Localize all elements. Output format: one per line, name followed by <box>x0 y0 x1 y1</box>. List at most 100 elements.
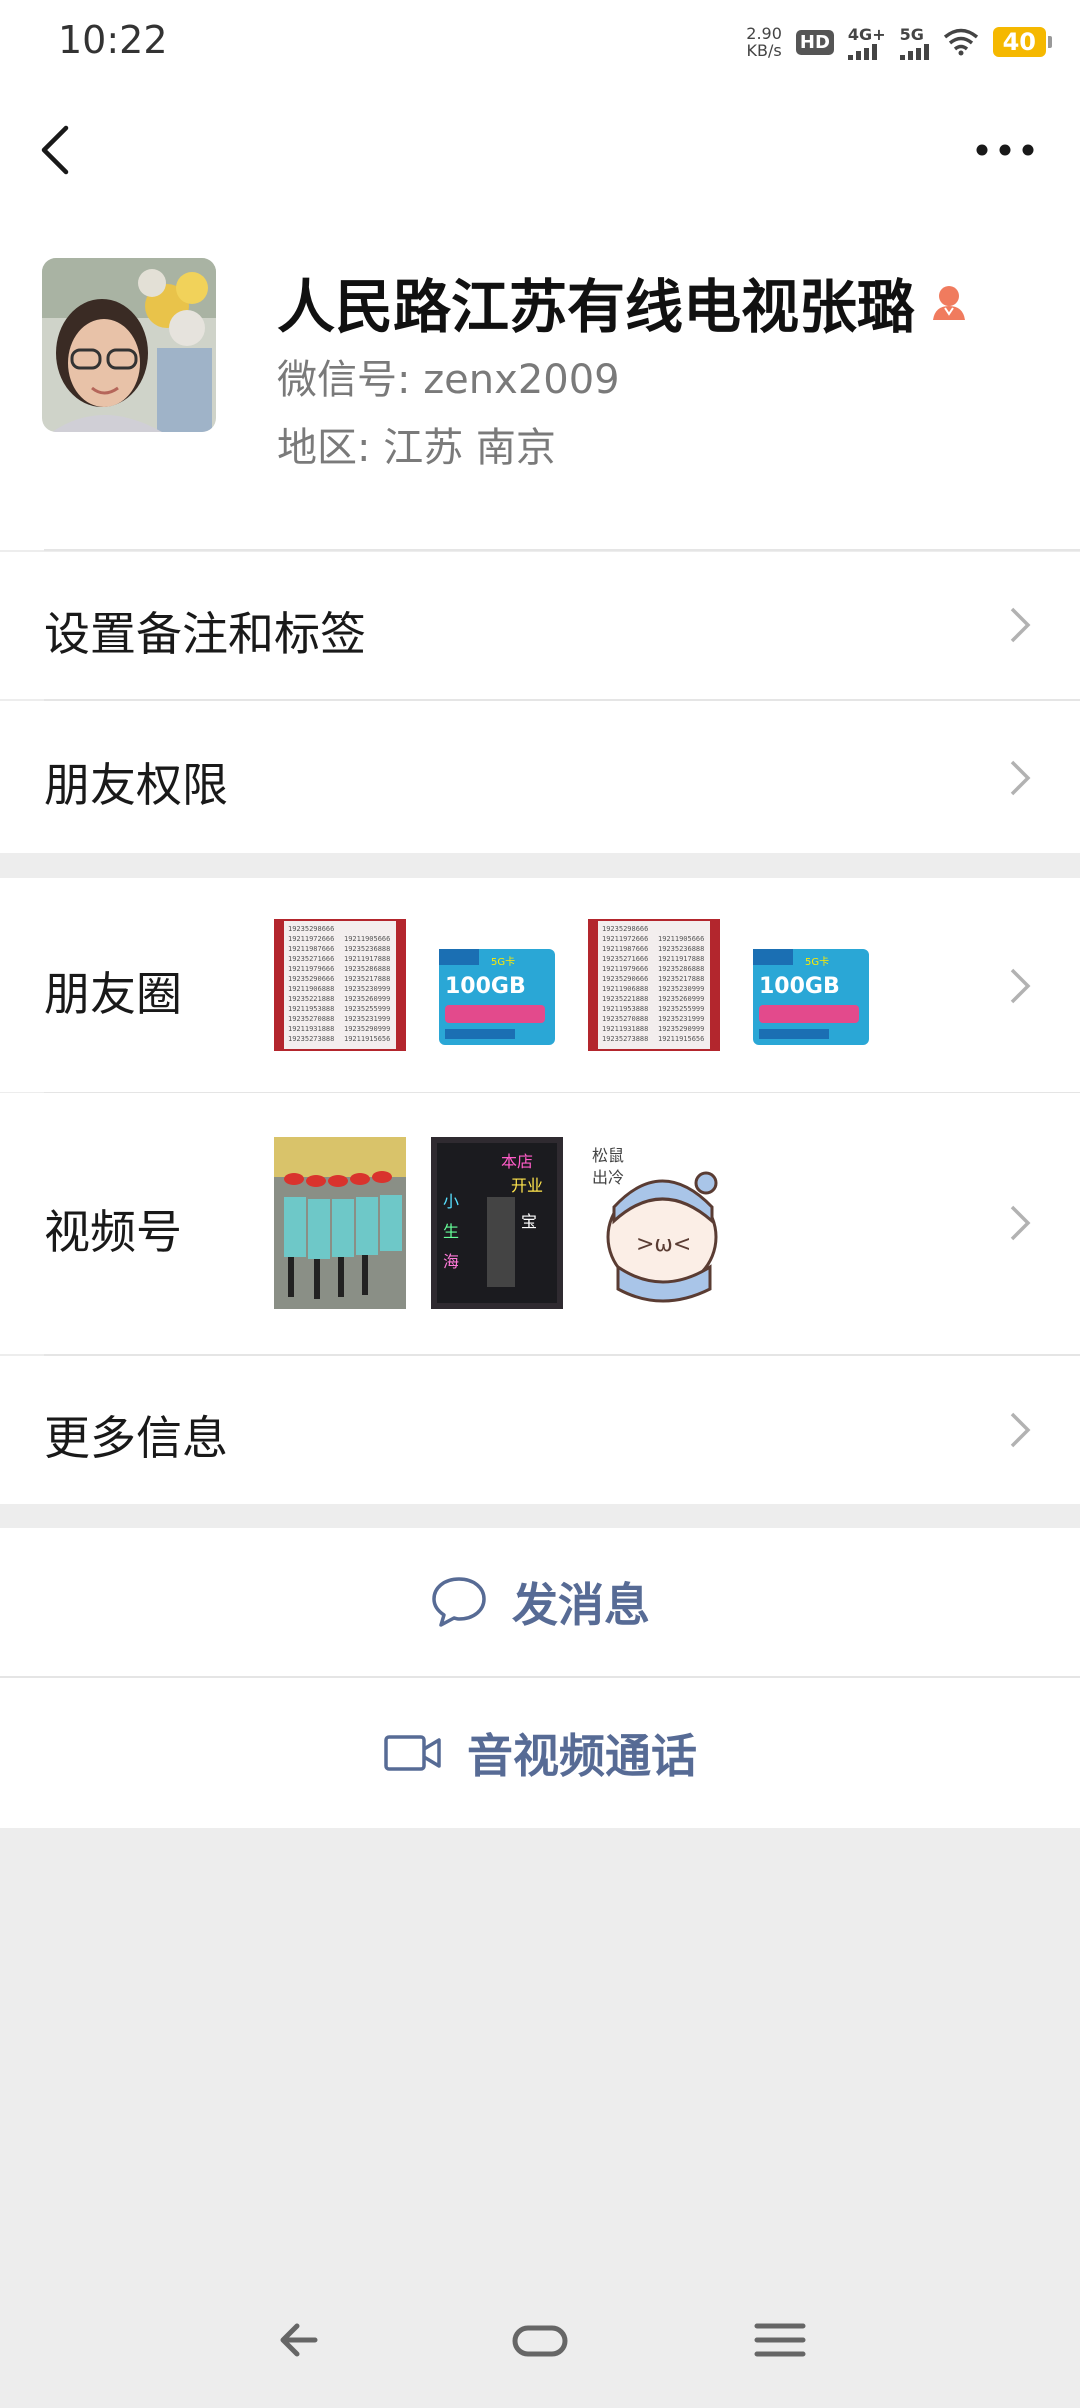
svg-text:19235271666: 19235271666 <box>288 955 334 963</box>
contact-name: 人民路江苏有线电视张璐 <box>277 273 916 341</box>
svg-text:开业: 开业 <box>511 1176 543 1195</box>
net-speed-unit: KB/s <box>746 41 782 60</box>
moments-thumb-sim-text: 100GB <box>759 974 840 999</box>
friend-permissions-label: 朋友权限 <box>44 758 228 812</box>
svg-text:19235273888: 19235273888 <box>288 1035 334 1043</box>
video-camera-icon <box>384 1735 441 1771</box>
nav-back-icon[interactable] <box>265 2310 335 2370</box>
channels-thumb-cartoon[interactable]: 松鼠 出冷 >ω< <box>588 1137 720 1309</box>
region: 地区: 江苏 南京 <box>277 425 556 471</box>
svg-text:19211953888: 19211953888 <box>288 1005 334 1013</box>
more-info-label: 更多信息 <box>44 1411 228 1465</box>
wifi-icon <box>943 28 978 56</box>
channels-thumb-sign[interactable]: 本店 开业 小 生 海 宝 <box>431 1137 563 1309</box>
moments-thumb-simcard[interactable]: 5G卡 100GB <box>745 919 877 1051</box>
svg-text:19235231999: 19235231999 <box>344 1015 390 1023</box>
signal-5g-icon: 5G <box>899 24 929 60</box>
moments-row[interactable]: 朋友圈 19235298666 19211972666 19211905666 1… <box>0 878 1080 1094</box>
wechat-id: 微信号: zenx2009 <box>277 357 620 403</box>
battery-icon: 40 <box>992 27 1053 57</box>
svg-text:19211906888: 19211906888 <box>288 985 334 993</box>
channels-label: 视频号 <box>44 1205 182 1259</box>
profile-card: 人民路江苏有线电视张璐 微信号: zenx2009 地区: 江苏 南京 <box>0 220 1080 551</box>
svg-text:松鼠: 松鼠 <box>592 1146 624 1165</box>
svg-text:19235236888: 19235236888 <box>658 945 704 953</box>
svg-text:小: 小 <box>443 1192 459 1211</box>
avatar[interactable] <box>42 258 216 432</box>
svg-text:19211987666: 19211987666 <box>602 945 648 953</box>
svg-text:19235260999: 19235260999 <box>658 995 704 1003</box>
net-speed-value: 2.90 <box>746 24 782 43</box>
svg-text:>ω<: >ω< <box>636 1232 691 1257</box>
svg-text:19211979666: 19211979666 <box>602 965 648 973</box>
chevron-right-icon <box>1010 607 1031 643</box>
status-icons: 2.90 KB/s HD 4G+ 5G 40 <box>746 20 1053 64</box>
svg-text:19235290666: 19235290666 <box>602 975 648 983</box>
friend-permissions-row[interactable]: 朋友权限 <box>0 701 1080 853</box>
svg-text:19211931888: 19211931888 <box>288 1025 334 1033</box>
svg-text:19211987666: 19211987666 <box>288 945 334 953</box>
send-message-label: 发消息 <box>512 1578 650 1632</box>
moments-thumb-number-text: 19235298666 <box>602 925 648 933</box>
moments-thumb-simcard[interactable]: 5G卡 100GB <box>431 919 563 1051</box>
svg-text:19235270888: 19235270888 <box>602 1015 648 1023</box>
signal-5g-label: 5G <box>899 24 924 44</box>
chevron-right-icon <box>1010 968 1031 1004</box>
channels-row[interactable]: 视频号 本店 开业 小 生 海 宝 松鼠 出冷 >ω< <box>0 1093 1080 1356</box>
svg-text:19235271666: 19235271666 <box>602 955 648 963</box>
svg-text:19235273888: 19235273888 <box>602 1035 648 1043</box>
video-call-button[interactable]: 音视频通话 <box>0 1678 1080 1828</box>
nav-menu-icon[interactable] <box>745 2310 815 2370</box>
svg-text:19211917888: 19211917888 <box>658 955 704 963</box>
svg-text:5G卡: 5G卡 <box>805 955 829 968</box>
signal-4g-icon: 4G+ <box>847 24 886 60</box>
svg-text:19235217888: 19235217888 <box>344 975 390 983</box>
status-bar: 10:22 2.90 KB/s HD 4G+ 5G 40 <box>0 0 1080 80</box>
nav-bar <box>0 80 1080 220</box>
svg-text:19235236888: 19235236888 <box>344 945 390 953</box>
svg-text:19211917888: 19211917888 <box>344 955 390 963</box>
svg-text:19211972666: 19211972666 <box>288 935 334 943</box>
more-dots-icon[interactable] <box>970 135 1040 165</box>
svg-text:宝: 宝 <box>521 1212 537 1231</box>
divider <box>44 549 1080 551</box>
back-arrow-icon[interactable] <box>30 120 80 180</box>
channels-thumbnails: 本店 开业 小 生 海 宝 松鼠 出冷 >ω< <box>274 1137 720 1309</box>
moments-thumb-number-text: 19235298666 <box>288 925 334 933</box>
svg-text:19235286888: 19235286888 <box>344 965 390 973</box>
more-info-row[interactable]: 更多信息 <box>0 1356 1080 1504</box>
svg-text:19211905666: 19211905666 <box>344 935 390 943</box>
svg-text:19211931888: 19211931888 <box>602 1025 648 1033</box>
svg-text:19235221888: 19235221888 <box>602 995 648 1003</box>
remark-tags-row[interactable]: 设置备注和标签 <box>0 552 1080 701</box>
chat-bubble-icon <box>432 1577 486 1627</box>
svg-text:19235231999: 19235231999 <box>658 1015 704 1023</box>
svg-text:19235286888: 19235286888 <box>658 965 704 973</box>
svg-text:19235230999: 19235230999 <box>344 985 390 993</box>
chevron-right-icon <box>1010 1412 1031 1448</box>
status-time: 10:22 <box>58 18 168 62</box>
remark-tags-label: 设置备注和标签 <box>44 607 366 661</box>
svg-text:19235255999: 19235255999 <box>344 1005 390 1013</box>
net-speed: 2.90 KB/s <box>746 25 782 59</box>
svg-text:19211915656: 19211915656 <box>658 1035 704 1043</box>
moments-thumb-numbers[interactable]: 19235298666 19211972666 19211905666 19211… <box>588 919 720 1051</box>
send-message-button[interactable]: 发消息 <box>0 1528 1080 1676</box>
chevron-right-icon <box>1010 1205 1031 1241</box>
svg-text:19211906888: 19211906888 <box>602 985 648 993</box>
moments-label: 朋友圈 <box>44 967 182 1021</box>
channels-thumb-group[interactable] <box>274 1137 406 1309</box>
svg-text:19235260999: 19235260999 <box>344 995 390 1003</box>
hd-icon: HD <box>795 29 834 55</box>
nav-home-icon[interactable] <box>505 2310 575 2370</box>
svg-text:19211905666: 19211905666 <box>658 935 704 943</box>
video-call-label: 音视频通话 <box>467 1729 697 1783</box>
moments-thumb-numbers[interactable]: 19235298666 19211972666 19211905666 19211… <box>274 919 406 1051</box>
svg-text:19235290999: 19235290999 <box>344 1025 390 1033</box>
name-row: 人民路江苏有线电视张璐 <box>277 260 969 344</box>
svg-text:19235230999: 19235230999 <box>658 985 704 993</box>
svg-text:19211915656: 19211915656 <box>344 1035 390 1043</box>
system-nav-bar <box>0 2290 1080 2400</box>
svg-text:19235255999: 19235255999 <box>658 1005 704 1013</box>
signal-4g-label: 4G+ <box>847 24 886 44</box>
